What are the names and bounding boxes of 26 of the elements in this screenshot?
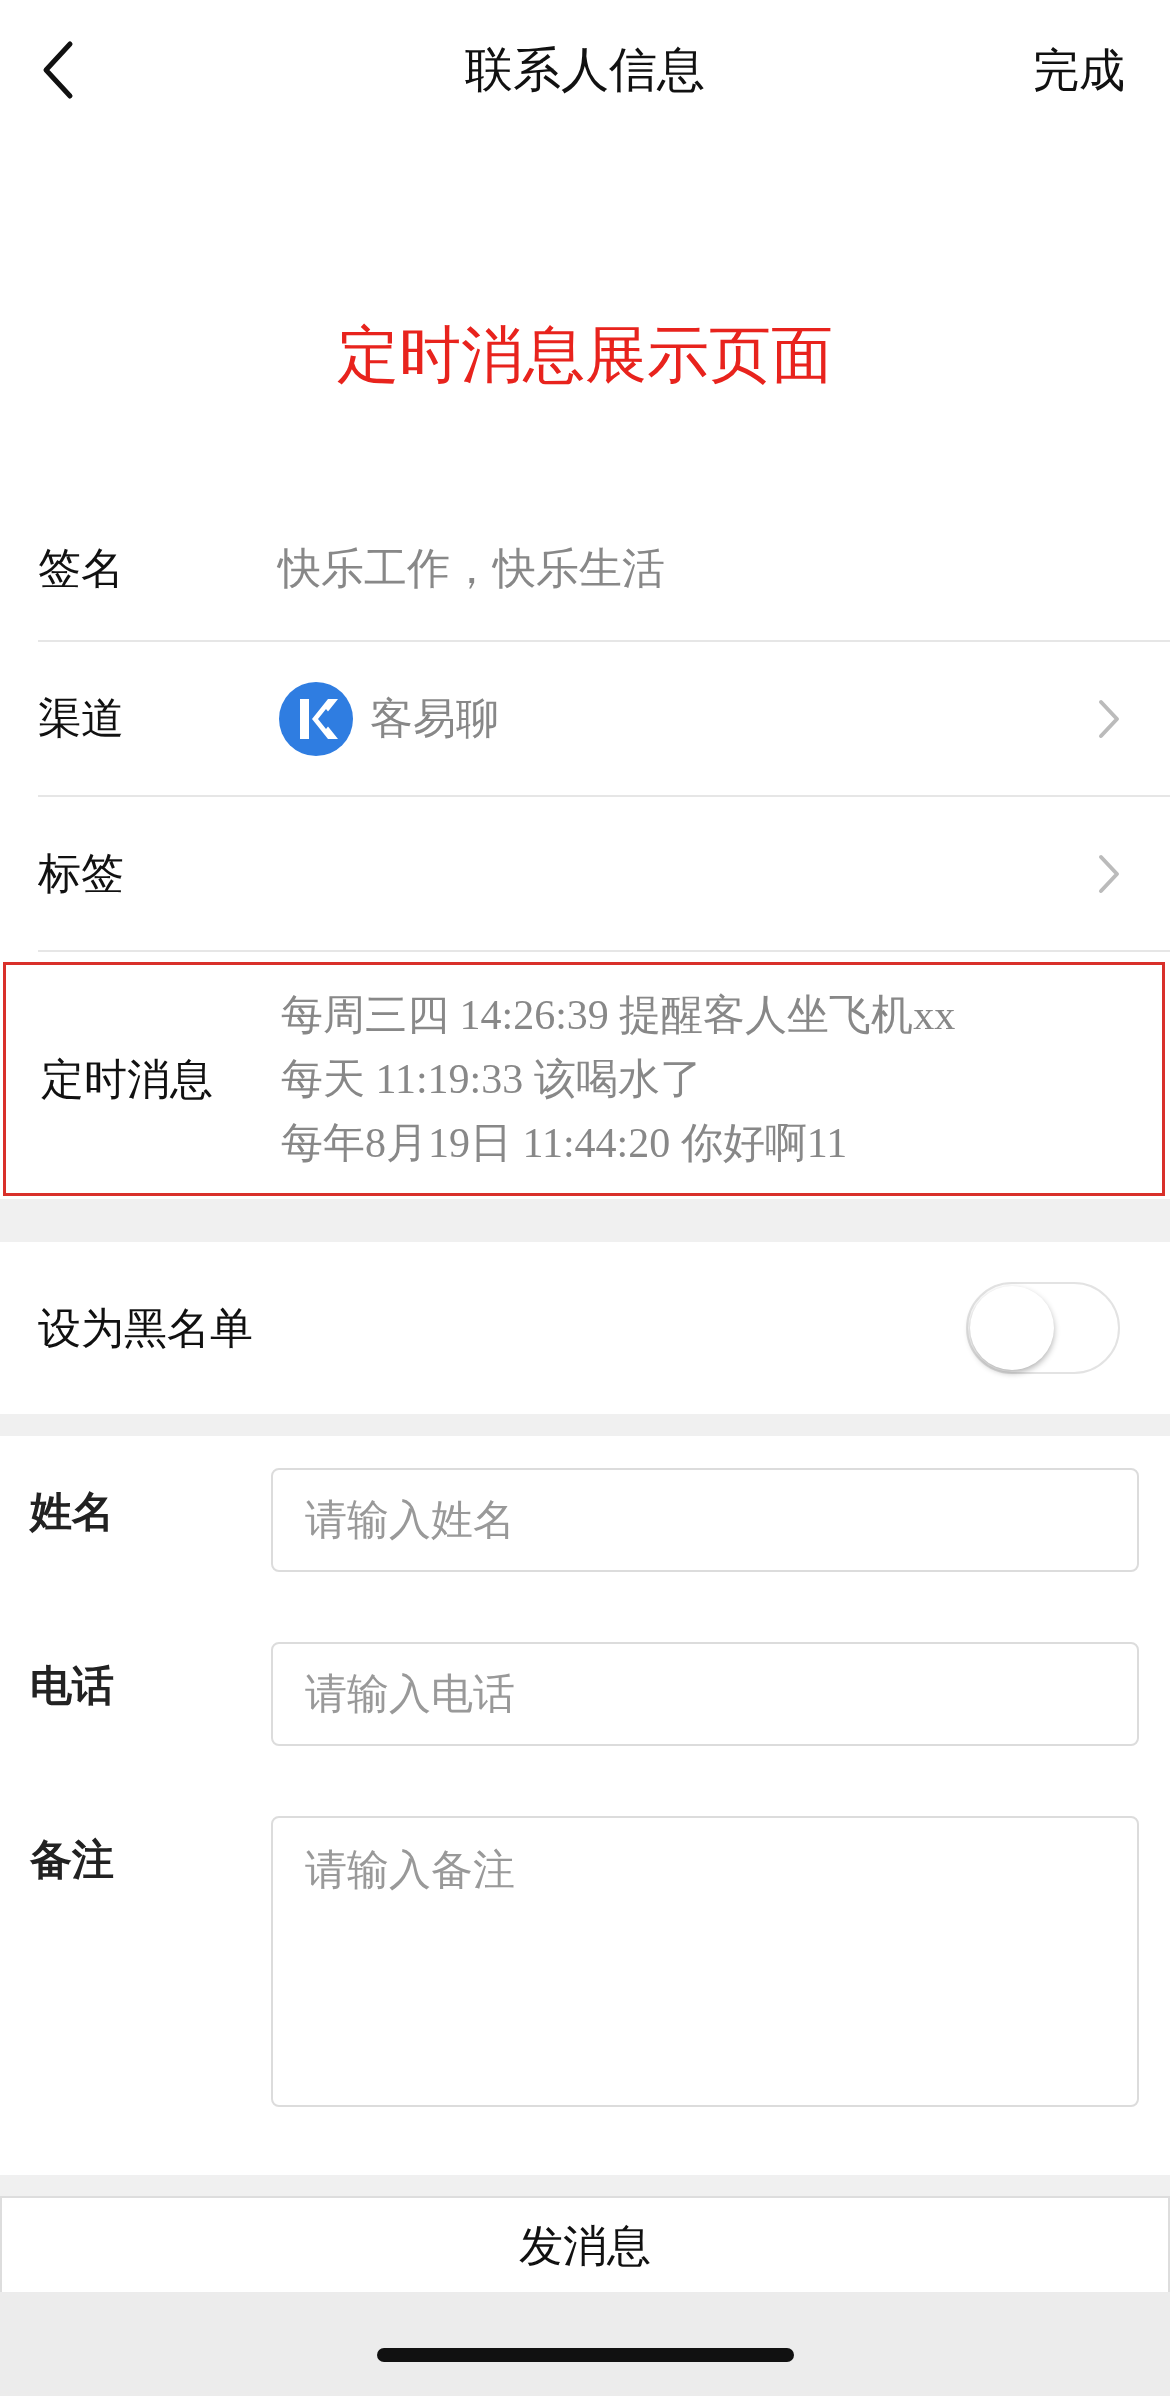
row-label: 标签 <box>38 848 125 900</box>
field-label: 备注 <box>30 1835 115 1885</box>
list-row[interactable]: 渠道 客易聊 <box>38 642 1170 797</box>
input-field[interactable]: 请输入电话 <box>271 1642 1139 1746</box>
input-field[interactable]: 请输入姓名 <box>271 1468 1139 1572</box>
done-button[interactable]: 完成 <box>1033 36 1125 105</box>
input-field[interactable]: 请输入备注 <box>271 1816 1139 2107</box>
scheduled-message: 每年8月19日 11:44:20 你好啊11 <box>281 1119 849 1168</box>
row-value: 快乐工作，快乐生活 <box>278 543 665 595</box>
send-button[interactable]: 发消息 <box>0 2196 1170 2292</box>
banner-text: 定时消息展示页面 <box>337 320 833 389</box>
channel-logo-icon <box>278 680 354 757</box>
row-value: 客易聊 <box>370 693 499 745</box>
chevron-right-icon <box>1098 853 1120 894</box>
page-title: 联系人信息 <box>465 42 705 98</box>
field-label: 电话 <box>30 1661 115 1711</box>
home-indicator[interactable] <box>377 2348 794 2362</box>
list-row[interactable]: 标签 <box>38 797 1170 952</box>
scheduled-message: 每周三四 14:26:39 提醒客人坐飞机xx <box>281 991 956 1040</box>
row-label: 设为黑名单 <box>38 1302 254 1354</box>
scheduled-message: 每天 11:19:33 该喝水了 <box>281 1055 703 1104</box>
row-label: 签名 <box>38 543 125 595</box>
row-label: 定时消息 <box>41 1053 214 1105</box>
field-label: 姓名 <box>30 1487 115 1537</box>
chevron-right-icon <box>1098 698 1120 739</box>
row-label: 渠道 <box>38 693 125 745</box>
